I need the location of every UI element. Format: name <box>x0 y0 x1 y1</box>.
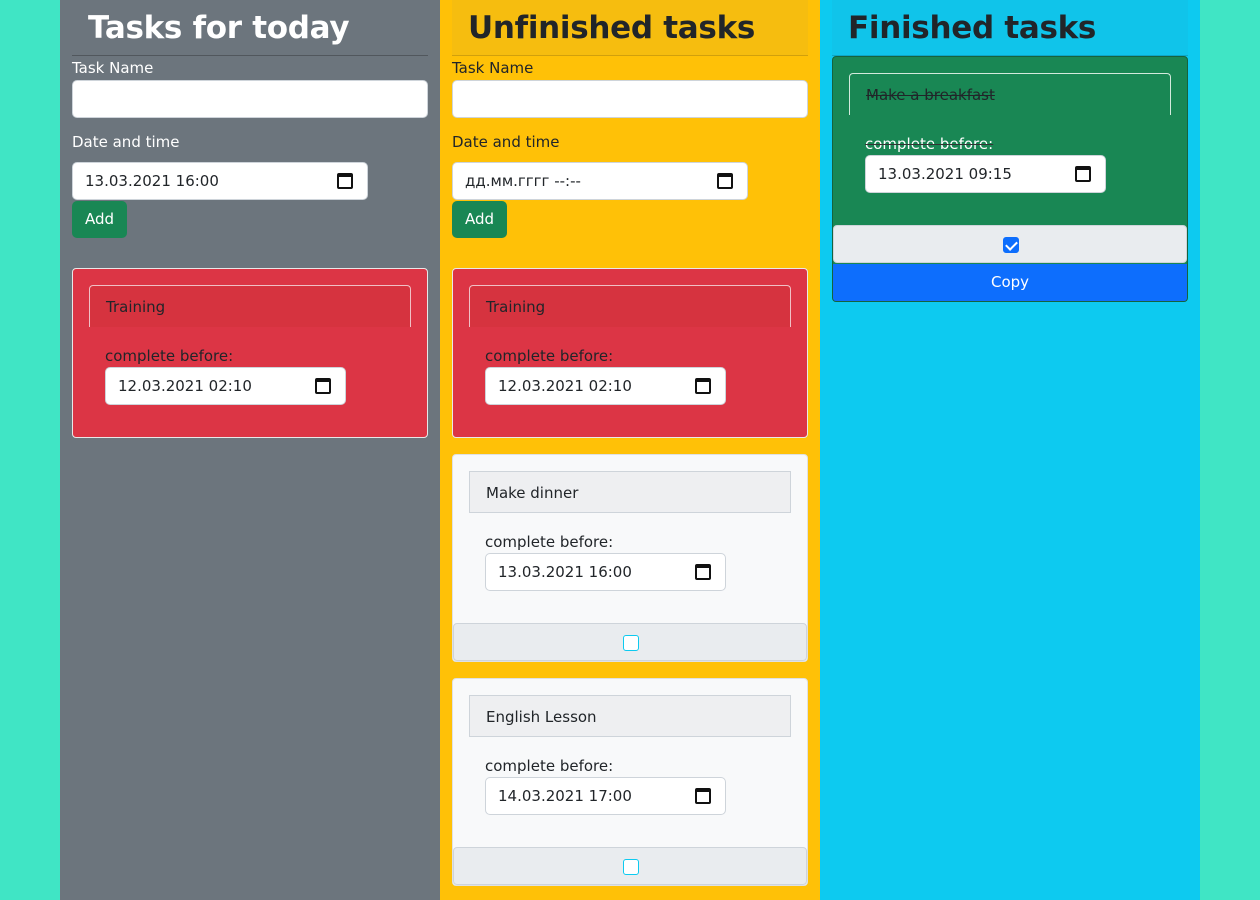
complete-before-label: complete before: <box>485 533 614 551</box>
calendar-icon[interactable] <box>695 564 711 580</box>
complete-before-label: complete before: <box>485 757 614 775</box>
task-card: Make a breakfast complete before: 13.03.… <box>832 56 1188 302</box>
add-button[interactable]: Add <box>72 201 127 238</box>
task-date-value: 12.03.2021 02:10 <box>498 377 632 395</box>
task-title[interactable]: Make dinner <box>469 471 791 513</box>
add-task-form: Task Name Date and time 13.03.2021 16:00… <box>72 56 428 238</box>
task-date-input[interactable]: 14.03.2021 17:00 <box>485 777 726 815</box>
task-title[interactable]: Training <box>89 285 411 327</box>
complete-before-label: complete before: <box>485 347 614 365</box>
calendar-icon[interactable] <box>695 788 711 804</box>
column-title: Tasks for today <box>72 0 428 56</box>
complete-checkbox[interactable] <box>623 635 639 651</box>
task-title[interactable]: English Lesson <box>469 695 791 737</box>
date-time-label: Date and time <box>72 133 180 151</box>
complete-toggle-bar[interactable] <box>833 225 1187 263</box>
date-time-label: Date and time <box>452 133 560 151</box>
task-date-value: 13.03.2021 16:00 <box>498 563 632 581</box>
complete-before-label: complete before: <box>105 347 234 365</box>
task-date-value: 13.03.2021 09:15 <box>878 165 1012 183</box>
task-date-input[interactable]: 13.03.2021 16:00 <box>485 553 726 591</box>
task-date-value: 12.03.2021 02:10 <box>118 377 252 395</box>
task-title[interactable]: Make a breakfast <box>849 73 1171 115</box>
task-card: Training complete before: 12.03.2021 02:… <box>72 268 428 438</box>
copy-button[interactable]: Copy <box>833 264 1187 301</box>
add-button[interactable]: Add <box>452 201 507 238</box>
calendar-icon[interactable] <box>695 378 711 394</box>
column-title: Unfinished tasks <box>452 0 808 56</box>
task-card: Training complete before: 12.03.2021 02:… <box>452 268 808 438</box>
date-time-input[interactable]: дд.мм.гггг --:-- <box>452 162 748 200</box>
complete-checkbox[interactable] <box>1003 237 1019 253</box>
date-time-input[interactable]: 13.03.2021 16:00 <box>72 162 368 200</box>
task-date-input[interactable]: 12.03.2021 02:10 <box>485 367 726 405</box>
column-tasks-today: Tasks for today Task Name Date and time … <box>60 0 440 900</box>
add-task-form: Task Name Date and time дд.мм.гггг --:--… <box>452 56 808 238</box>
column-unfinished-tasks: Unfinished tasks Task Name Date and time… <box>440 0 820 900</box>
calendar-icon[interactable] <box>337 173 353 189</box>
complete-checkbox[interactable] <box>623 859 639 875</box>
date-time-value: дд.мм.гггг --:-- <box>465 172 581 190</box>
complete-before-label: complete before: <box>865 135 994 153</box>
task-date-input[interactable]: 12.03.2021 02:10 <box>105 367 346 405</box>
calendar-icon[interactable] <box>1075 166 1091 182</box>
task-name-input[interactable] <box>72 80 428 118</box>
task-name-label: Task Name <box>72 59 154 77</box>
task-date-input[interactable]: 13.03.2021 09:15 <box>865 155 1106 193</box>
task-date-value: 14.03.2021 17:00 <box>498 787 632 805</box>
complete-toggle-bar[interactable] <box>453 847 807 885</box>
calendar-icon[interactable] <box>315 378 331 394</box>
date-time-value: 13.03.2021 16:00 <box>85 172 219 190</box>
task-title[interactable]: Training <box>469 285 791 327</box>
task-name-label: Task Name <box>452 59 534 77</box>
complete-toggle-bar[interactable] <box>453 623 807 661</box>
calendar-icon[interactable] <box>717 173 733 189</box>
column-title: Finished tasks <box>832 0 1188 56</box>
task-name-input[interactable] <box>452 80 808 118</box>
task-card: Make dinner complete before: 13.03.2021 … <box>452 454 808 662</box>
task-card: English Lesson complete before: 14.03.20… <box>452 678 808 886</box>
column-finished-tasks: Finished tasks Make a breakfast complete… <box>820 0 1200 900</box>
